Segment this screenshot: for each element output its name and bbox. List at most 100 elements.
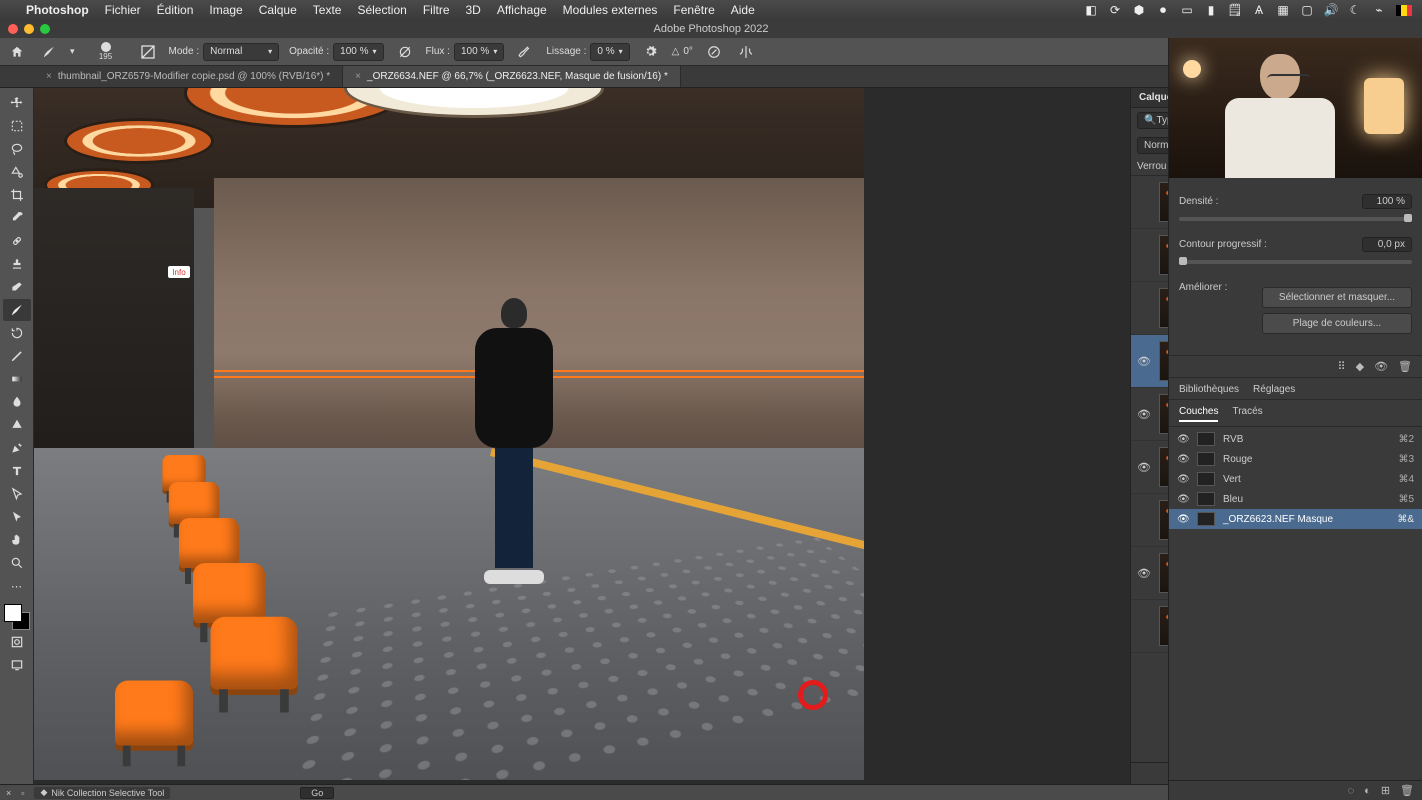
menu-texte[interactable]: Texte [313, 3, 342, 17]
tab-paths[interactable]: Tracés [1232, 406, 1262, 422]
channel-row[interactable]: 👁 Rouge ⌘3 [1169, 449, 1422, 469]
pen-tool[interactable] [3, 437, 31, 459]
tray-icon[interactable]: ⟳ [1108, 3, 1122, 17]
color-swatches[interactable] [4, 604, 30, 630]
channel-row[interactable]: 👁 Vert ⌘4 [1169, 469, 1422, 489]
menu-selection[interactable]: Sélection [357, 3, 406, 17]
nik-collection-chip[interactable]: ◆Nik Collection Selective Tool [34, 787, 170, 799]
flux-input[interactable]: 100 %▾ [454, 43, 504, 61]
close-icon[interactable]: × [355, 71, 361, 82]
direct-select-tool[interactable] [3, 506, 31, 528]
blur-tool[interactable] [3, 391, 31, 413]
marquee-tool[interactable] [3, 115, 31, 137]
invert-mask-icon[interactable]: ◆ [1356, 360, 1364, 373]
angle-value[interactable]: 0° [683, 46, 693, 57]
tab-adjustments[interactable]: Réglages [1253, 384, 1295, 395]
airbrush-icon[interactable] [514, 41, 536, 63]
quickmask-toggle[interactable] [3, 631, 31, 653]
edit-toolbar[interactable]: ⋯ [3, 575, 31, 597]
traffic-minimize[interactable] [24, 24, 34, 34]
tray-icon[interactable]: ⬢ [1132, 3, 1146, 17]
tray-icon[interactable]: ⌁ [1372, 3, 1386, 17]
move-tool[interactable] [3, 92, 31, 114]
visibility-toggle[interactable]: 👁 [1137, 355, 1151, 368]
select-and-mask-button[interactable]: Sélectionner et masquer... [1262, 287, 1412, 308]
doc-tab[interactable]: × _ORZ6634.NEF @ 66,7% (_ORZ6623.NEF, Ma… [343, 66, 681, 87]
density-value[interactable]: 100 % [1362, 194, 1412, 209]
menu-image[interactable]: Image [209, 3, 242, 17]
delete-channel-icon[interactable]: 🗑 [1400, 784, 1414, 797]
brush-tool-icon[interactable] [38, 41, 60, 63]
go-button[interactable]: Go [300, 787, 334, 799]
tray-record-icon[interactable]: ⏺ [1156, 3, 1170, 17]
tray-battery-icon[interactable]: ▮ [1204, 3, 1218, 17]
app-menu[interactable]: Photoshop [26, 3, 89, 17]
menu-calque[interactable]: Calque [259, 3, 297, 17]
tray-display-icon[interactable]: ▢ [1300, 3, 1314, 17]
visibility-toggle[interactable]: 👁 [1177, 454, 1189, 465]
tab-channels[interactable]: Couches [1179, 406, 1218, 422]
eyedropper-tool[interactable] [3, 207, 31, 229]
visibility-toggle[interactable]: 👁 [1137, 567, 1151, 580]
feather-value[interactable]: 0,0 px [1362, 237, 1412, 252]
tray-volume-icon[interactable]: 🔊 [1324, 3, 1338, 17]
visibility-toggle[interactable]: 👁 [1177, 494, 1189, 505]
tray-clipboard-icon[interactable]: 🗒 [1228, 3, 1242, 17]
hand-tool[interactable] [3, 529, 31, 551]
color-range-button[interactable]: Plage de couleurs... [1262, 313, 1412, 334]
mode-dropdown[interactable]: Normal▾ [203, 43, 279, 61]
canvas-area[interactable]: Info [34, 88, 1130, 784]
visibility-toggle[interactable]: 👁 [1137, 408, 1151, 421]
path-select-tool[interactable] [3, 483, 31, 505]
tray-icon[interactable]: ◧ [1084, 3, 1098, 17]
channel-row[interactable]: 👁 _ORZ6623.NEF Masque ⌘& [1169, 509, 1422, 529]
crop-tool[interactable] [3, 184, 31, 206]
mask-from-selection-icon[interactable]: ⠿ [1338, 360, 1346, 373]
menu-affichage[interactable]: Affichage [497, 3, 547, 17]
delete-mask-icon[interactable]: 🗑 [1398, 360, 1412, 373]
traffic-close[interactable] [8, 24, 18, 34]
tray-screen-icon[interactable]: ▭ [1180, 3, 1194, 17]
doc-tab[interactable]: × thumbnail_ORZ6579-Modifier copie.psd @… [34, 66, 343, 87]
brush-panel-icon[interactable] [137, 41, 159, 63]
pencil-tool[interactable] [3, 345, 31, 367]
chevron-down-icon[interactable]: ▾ [70, 46, 75, 57]
tray-grid-icon[interactable]: ▦ [1276, 3, 1290, 17]
menu-filtre[interactable]: Filtre [423, 3, 450, 17]
menu-edition[interactable]: Édition [157, 3, 194, 17]
quick-select-tool[interactable] [3, 161, 31, 183]
brush-preset[interactable]: 195 [85, 40, 127, 64]
visibility-toggle[interactable]: 👁 [1137, 461, 1151, 474]
visibility-toggle[interactable]: 👁 [1177, 474, 1189, 485]
channel-row[interactable]: 👁 Bleu ⌘5 [1169, 489, 1422, 509]
menu-fenetre[interactable]: Fenêtre [673, 3, 714, 17]
type-tool[interactable] [3, 460, 31, 482]
pressure-opacity-icon[interactable] [394, 41, 416, 63]
toggle-mask-icon[interactable]: 👁 [1374, 360, 1388, 373]
density-slider[interactable] [1179, 217, 1412, 221]
save-selection-icon[interactable]: ◐ [1364, 785, 1371, 797]
lissage-input[interactable]: 0 %▾ [590, 43, 629, 61]
pressure-size-icon[interactable] [703, 41, 725, 63]
menu-3d[interactable]: 3D [466, 3, 481, 17]
load-selection-icon[interactable]: ◌ [1348, 785, 1355, 797]
opacity-input[interactable]: 100 %▾ [333, 43, 383, 61]
menu-aide[interactable]: Aide [731, 3, 755, 17]
feather-slider[interactable] [1179, 260, 1412, 264]
menu-fichier[interactable]: Fichier [105, 3, 141, 17]
close-icon[interactable]: × [6, 788, 11, 798]
brush-tool[interactable] [3, 299, 31, 321]
tab-libraries[interactable]: Bibliothèques [1179, 384, 1239, 395]
eraser-tool[interactable] [3, 276, 31, 298]
healing-tool[interactable] [3, 230, 31, 252]
symmetry-icon[interactable] [735, 41, 757, 63]
menu-modules[interactable]: Modules externes [563, 3, 658, 17]
tray-moon-icon[interactable]: ☾ [1348, 3, 1362, 17]
home-button[interactable] [6, 41, 28, 63]
new-channel-icon[interactable]: ⊞ [1381, 784, 1390, 797]
smoothing-gear-icon[interactable] [640, 41, 662, 63]
lasso-tool[interactable] [3, 138, 31, 160]
zoom-tool[interactable] [3, 552, 31, 574]
tray-flag-belgium[interactable] [1396, 5, 1412, 16]
stamp-tool[interactable] [3, 253, 31, 275]
